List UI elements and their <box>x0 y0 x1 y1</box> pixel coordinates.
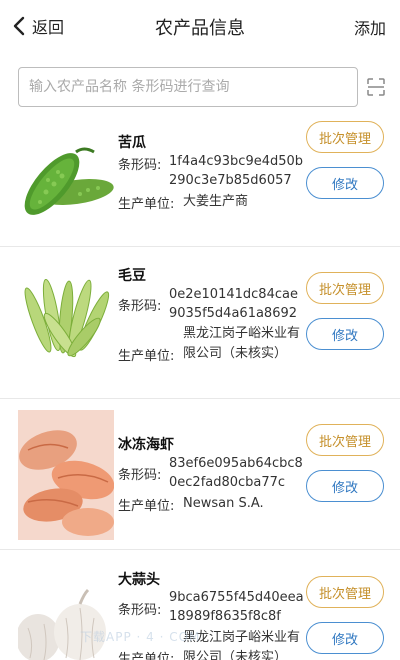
add-button[interactable]: 添加 <box>354 15 386 39</box>
barcode-label: 条形码: <box>118 299 162 314</box>
producer-value: Newsan S.A. <box>183 496 264 511</box>
barcode-label: 条形码: <box>118 603 162 618</box>
product-name: 毛豆 <box>118 268 146 284</box>
scan-icon[interactable] <box>367 78 385 96</box>
divider <box>0 398 400 399</box>
edit-button[interactable]: 修改 <box>306 622 384 654</box>
barcode-label: 条形码: <box>118 158 162 173</box>
product-image-edamame <box>18 265 114 361</box>
edit-button[interactable]: 修改 <box>306 318 384 350</box>
list-item: 冰冻海虾 条形码: 83ef6e095ab64cbc80ec2fad80cba7… <box>0 406 400 549</box>
batch-management-button[interactable]: 批次管理 <box>306 576 384 608</box>
page-title: 农产品信息 <box>155 18 245 39</box>
product-image-bitter-melon <box>18 132 114 228</box>
divider <box>0 246 400 247</box>
producer-label: 生产单位: <box>118 652 175 660</box>
watermark: 下载APP · 4 · COM <box>80 630 201 644</box>
edit-button[interactable]: 修改 <box>306 470 384 502</box>
list-item: 毛豆 条形码: 0e2e10141dc84cae9035f5d4a61a8692… <box>0 255 400 398</box>
producer-value: 黑龙江岗子峪米业有限公司（未核实） <box>183 630 301 660</box>
divider <box>0 549 400 550</box>
search-box <box>18 67 358 107</box>
producer-label: 生产单位: <box>118 197 175 212</box>
barcode-value: 83ef6e095ab64cbc80ec2fad80cba77c <box>169 456 303 490</box>
barcode-value: 9bca6755f45d40eea18989f8635f8c8f <box>169 590 304 624</box>
batch-management-button[interactable]: 批次管理 <box>306 424 384 456</box>
product-image-shrimp <box>18 410 114 540</box>
list-item: 苦瓜 条形码: 1f4a4c93bc9e4d50b290c3e7b85d6057… <box>0 120 400 248</box>
edit-button[interactable]: 修改 <box>306 167 384 199</box>
producer-value: 黑龙江岗子峪米业有限公司（未核实） <box>183 326 301 361</box>
barcode-value: 0e2e10141dc84cae9035f5d4a61a8692 <box>169 287 298 321</box>
product-name: 大蒜头 <box>118 572 160 588</box>
producer-value: 大姜生产商 <box>183 194 249 209</box>
navigation-bar: 返回 农产品信息 添加 <box>0 0 400 52</box>
product-name: 苦瓜 <box>118 135 146 151</box>
barcode-value: 1f4a4c93bc9e4d50b290c3e7b85d6057 <box>169 154 304 188</box>
product-image-garlic <box>18 588 114 660</box>
producer-label: 生产单位: <box>118 499 175 514</box>
producer-label: 生产单位: <box>118 349 175 364</box>
product-name: 冰冻海虾 <box>118 437 174 453</box>
search-input[interactable] <box>19 68 357 106</box>
barcode-label: 条形码: <box>118 468 162 483</box>
batch-management-button[interactable]: 批次管理 <box>306 121 384 153</box>
batch-management-button[interactable]: 批次管理 <box>306 272 384 304</box>
